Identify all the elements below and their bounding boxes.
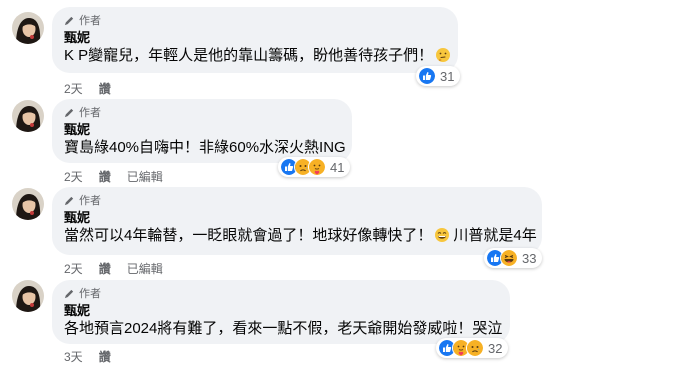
like-link[interactable]: 讚 (99, 348, 111, 365)
author-badge-label: 作者 (79, 288, 101, 300)
haha-icon (500, 249, 518, 267)
comment-bubble: 作者 甄妮 K P變寵兒，年輕人是他的靠山籌碼，盼他善待孩子們！ (52, 7, 458, 73)
like-icon (418, 67, 436, 85)
reaction-count: 31 (440, 68, 455, 84)
comment-bubble: 作者 甄妮 寶島綠40%自嗨中！非綠60%水深火熱ING (52, 99, 352, 163)
reaction-count: 33 (522, 250, 537, 266)
pen-icon (64, 289, 74, 298)
commenter-name[interactable]: 甄妮 (64, 303, 498, 318)
sad-icon (466, 339, 484, 357)
edited-label[interactable]: 已編輯 (127, 260, 163, 277)
reaction-summary[interactable]: 32 (436, 338, 509, 358)
timestamp[interactable]: 2天 (64, 80, 83, 97)
comment-text: 當然可以4年輪替，一眨眼就會過了！地球好像轉快了！ 川普就是4年 (64, 227, 537, 244)
comment-text: 寶島綠40%自嗨中！非綠60%水深火熱ING (64, 139, 346, 156)
comment-text: K P變寵兒，年輕人是他的靠山籌碼，盼他善待孩子們！ (64, 46, 451, 66)
commenter-name[interactable]: 甄妮 (64, 210, 530, 225)
comment-actions: 2天 讚 已編輯 (64, 168, 179, 185)
timestamp[interactable]: 2天 (64, 168, 83, 185)
comment-actions: 2天 讚 (64, 80, 127, 97)
pen-icon (64, 196, 74, 205)
comment-text: 各地預言2024將有難了，看來一點不假，老天爺開始發威啦！哭泣 (64, 320, 503, 337)
comment-bubble: 作者 甄妮 當然可以4年輪替，一眨眼就會過了！地球好像轉快了！ 川普就是4年 (52, 187, 542, 255)
avatar[interactable] (12, 188, 44, 220)
author-badge-label: 作者 (79, 195, 101, 207)
thinking-face-icon (436, 48, 451, 62)
avatar[interactable] (12, 280, 44, 312)
timestamp[interactable]: 3天 (64, 348, 83, 365)
avatar[interactable] (12, 100, 44, 132)
commenter-name[interactable]: 甄妮 (64, 30, 446, 45)
like-link[interactable]: 讚 (99, 168, 111, 185)
author-badge: 作者 (64, 13, 446, 27)
like-link[interactable]: 讚 (99, 260, 111, 277)
avatar[interactable] (12, 12, 44, 44)
author-badge-label: 作者 (79, 15, 101, 27)
edited-label[interactable]: 已編輯 (127, 168, 163, 185)
pen-icon (64, 108, 74, 117)
comment-actions: 3天 讚 (64, 348, 127, 365)
comment-actions: 2天 讚 已編輯 (64, 260, 179, 277)
reaction-count: 41 (330, 159, 345, 175)
grinning-face-icon (435, 228, 450, 242)
like-link[interactable]: 讚 (99, 80, 111, 97)
comment-bubble: 作者 甄妮 各地預言2024將有難了，看來一點不假，老天爺開始發威啦！哭泣 (52, 280, 510, 344)
reaction-summary[interactable]: 31 (416, 66, 461, 86)
reaction-summary[interactable]: 41 (278, 157, 351, 177)
author-badge-label: 作者 (79, 107, 101, 119)
pen-icon (64, 15, 74, 25)
timestamp[interactable]: 2天 (64, 260, 83, 277)
care-icon (308, 158, 326, 176)
author-badge: 作者 (64, 286, 498, 300)
reaction-summary[interactable]: 33 (484, 248, 543, 268)
commenter-name[interactable]: 甄妮 (64, 122, 340, 137)
author-badge: 作者 (64, 105, 340, 119)
reaction-count: 32 (488, 340, 503, 356)
author-badge: 作者 (64, 193, 530, 207)
